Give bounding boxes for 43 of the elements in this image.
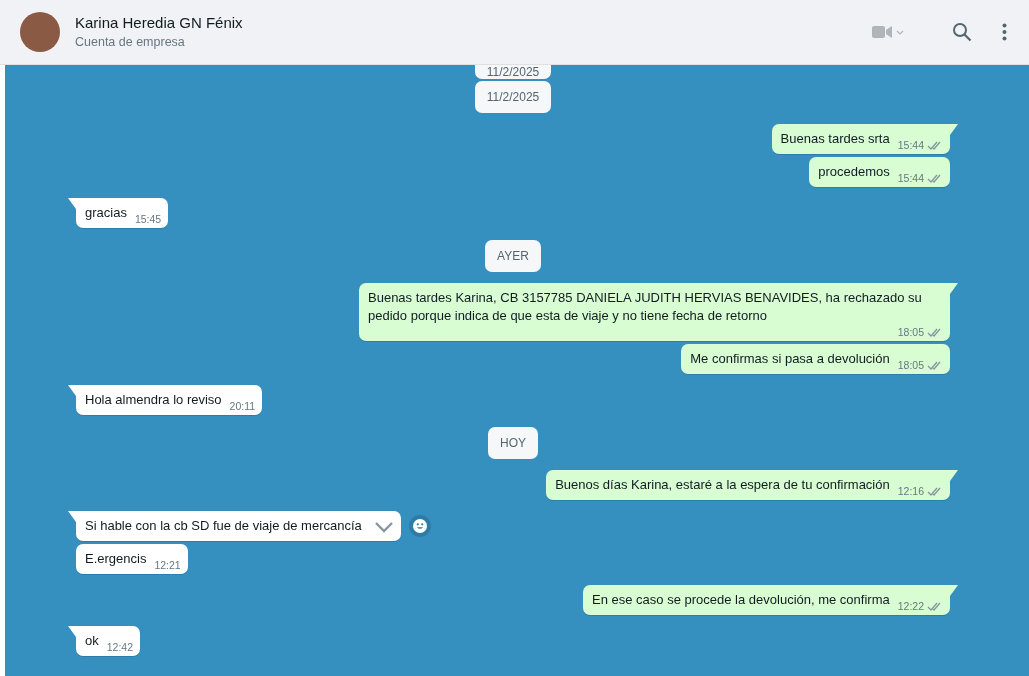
message-time: 12:22 (897, 599, 924, 613)
date-label: 11/2/2025 (474, 65, 552, 79)
message-text: Buenas tardes Karina, CB 3157785 DANIELA JUDITH HERVIAS BENAVIDES, ha rechazado su pedido porque indica de que esta de viaje y no tiene fecha de retorno (368, 289, 923, 325)
date-label: AYER (485, 240, 541, 272)
double-check-icon (927, 139, 943, 151)
search-icon (952, 22, 972, 42)
smiley-icon (412, 519, 427, 533)
message-time: 15:44 (897, 138, 924, 152)
message-text: En ese caso se procede la devolución, me confirma (592, 591, 890, 609)
avatar-photo-placeholder[interactable] (20, 12, 60, 52)
message-time: 15:45 (134, 212, 162, 226)
message-text: procedemos (818, 163, 890, 181)
message-text: Hola almendra lo reviso (85, 391, 222, 409)
chevron-down-icon[interactable] (373, 521, 394, 533)
message-text: Me confirmas si pasa a devolución (690, 350, 890, 368)
date-label: HOY (488, 427, 538, 459)
message-text: Si hable con la cb SD fue de viaje de mercancía (85, 517, 362, 535)
double-check-icon (927, 359, 943, 371)
message-time: 20:11 (229, 399, 256, 413)
emoji-reaction-button[interactable] (408, 515, 431, 537)
message-time: 12:21 (154, 558, 181, 572)
double-check-icon (927, 600, 943, 612)
double-check-icon (927, 326, 943, 338)
message-text: gracias (85, 204, 127, 222)
menu-icon (1002, 23, 1007, 41)
message-time: 18:05 (897, 325, 924, 339)
date-label: 11/2/2025 (474, 81, 552, 113)
video-camera-icon (872, 25, 892, 39)
double-check-icon (927, 485, 943, 497)
double-check-icon (927, 172, 943, 184)
message-text: E.ergencis (85, 550, 147, 568)
message-text: Buenos días Karina, estaré a la espera de tu confirmación (555, 476, 890, 494)
caret-icon (896, 29, 904, 35)
message-time: 12:16 (897, 484, 924, 498)
message-time: 18:05 (897, 358, 924, 372)
contact-name: Karina Heredia GN Fénix (75, 13, 244, 33)
search-button[interactable] (952, 22, 972, 42)
message-text: ok (85, 632, 99, 650)
menu-button[interactable] (1002, 23, 1007, 41)
message-time: 15:44 (897, 171, 924, 185)
message-text: Buenas tardes srta (780, 130, 890, 148)
message-time: 12:42 (106, 640, 133, 654)
account-type-label: Cuenta de empresa (75, 34, 186, 51)
